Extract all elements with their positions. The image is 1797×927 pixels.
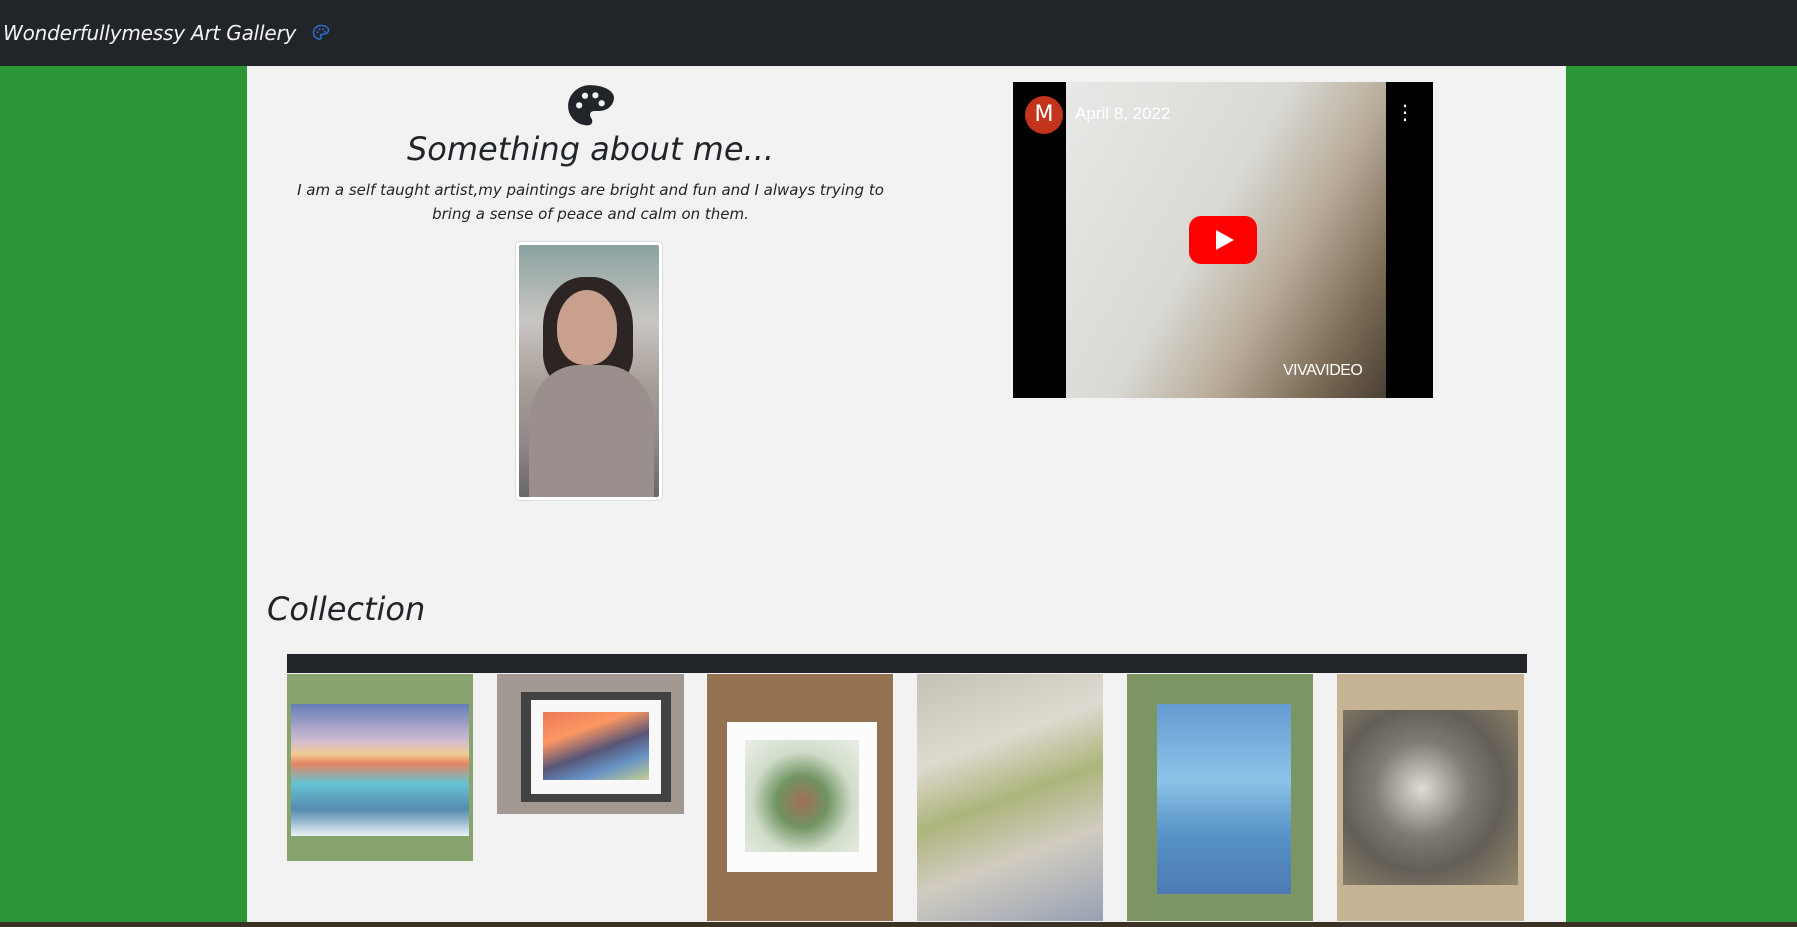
- play-button[interactable]: [1189, 216, 1257, 264]
- artwork-textured-abstract[interactable]: [917, 674, 1103, 921]
- artwork-sphere[interactable]: [1337, 674, 1524, 921]
- portrait-photo: [519, 245, 659, 497]
- main-content: Something about me... I am a self taught…: [247, 66, 1566, 922]
- portrait-face: [557, 290, 617, 365]
- about-title: Something about me...: [406, 130, 775, 168]
- artwork-blue-water[interactable]: [1127, 674, 1313, 921]
- brand-title[interactable]: Wonderfullymessy Art Gallery: [3, 21, 296, 45]
- channel-avatar[interactable]: M: [1025, 96, 1063, 134]
- artwork-framed-wave[interactable]: [497, 674, 684, 814]
- about-description: I am a self taught artist,my paintings a…: [297, 181, 884, 223]
- artist-portrait: [515, 241, 663, 501]
- artwork-framed-abstract[interactable]: [707, 674, 893, 921]
- bottom-strip: [0, 922, 1797, 927]
- gallery-header-bar: [287, 654, 1527, 673]
- video-watermark: VIVAVIDEO: [1283, 362, 1363, 379]
- portrait-hoodie: [529, 365, 654, 497]
- more-options-icon[interactable]: ⋮: [1395, 100, 1415, 130]
- collection-title: Collection: [267, 590, 426, 628]
- artwork-sunset-waves[interactable]: [287, 674, 473, 861]
- palette-icon: [312, 24, 330, 42]
- collection-gallery: [287, 654, 1527, 922]
- palette-icon: [565, 82, 615, 132]
- top-navbar: Wonderfullymessy Art Gallery: [0, 0, 1797, 66]
- video-title[interactable]: April 8, 2022: [1075, 104, 1170, 124]
- video-player[interactable]: M April 8, 2022 ⋮ VIVAVIDEO: [1013, 82, 1433, 398]
